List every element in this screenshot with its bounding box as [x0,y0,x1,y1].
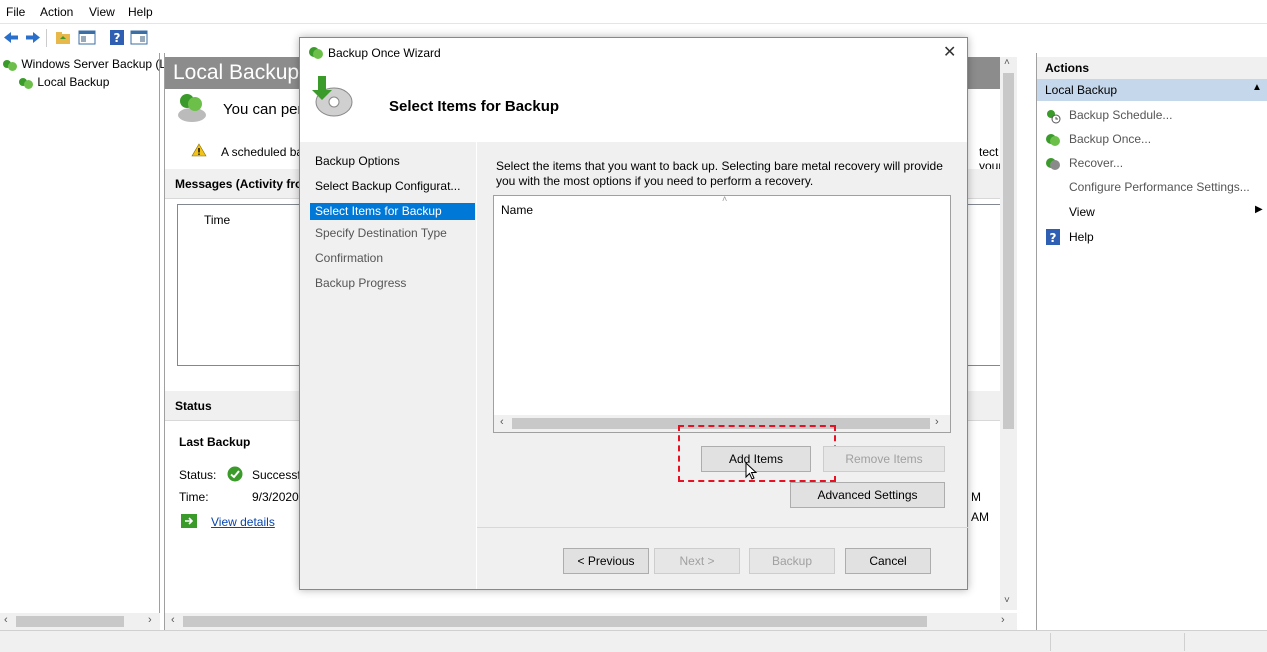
wizard-step-list: Backup Options Select Backup Configurat.… [300,142,476,589]
items-scroll-right-icon[interactable]: › [935,416,939,428]
time-column-header[interactable]: Time [204,213,230,227]
tree-scroll-thumb[interactable] [16,616,124,627]
last-backup-heading: Last Backup [179,435,251,449]
actions-group-local-backup[interactable]: Local Backup ▲ [1037,79,1267,101]
menu-file[interactable]: File [6,5,25,19]
menu-help[interactable]: Help [128,5,153,19]
submenu-arrow-icon: ▶ [1255,204,1263,215]
status-label: Status: [179,468,217,482]
name-column-header[interactable]: Name [501,203,533,217]
action-backup-once[interactable]: Backup Once... [1069,132,1151,146]
backup-drive-icon [178,94,206,122]
intro-text: You can per [223,101,303,118]
warning-text: A scheduled ba [221,145,304,159]
main-hscroll-thumb[interactable] [183,616,927,627]
backup-items-list[interactable]: Name ˄ ‹ › [493,194,951,433]
console-tree: Windows Server Backup (L Local Backup ‹ … [0,53,166,630]
previous-button[interactable]: < Previous [563,548,649,574]
menu-view[interactable]: View [89,5,115,19]
right-time-fragment: M [971,490,981,504]
next-button[interactable]: Next > [654,548,740,574]
action-backup-schedule[interactable]: Backup Schedule... [1069,108,1172,122]
action-help[interactable]: Help [1069,230,1094,244]
back-arrow-icon[interactable] [2,29,20,46]
actions-group-label: Local Backup [1045,83,1118,97]
help-icon: ? [1046,229,1060,245]
step-select-backup-configuration[interactable]: Select Backup Configurat... [315,179,460,193]
sort-ascending-icon: ˄ [722,194,728,204]
backup-wizard-icon [312,76,353,117]
status-separator-2 [1184,633,1185,651]
main-vertical-scrollbar[interactable]: ˄ ˅ [1000,57,1017,610]
wizard-content: Select the items that you want to back u… [476,142,968,589]
folder-up-icon[interactable] [54,29,72,46]
action-configure-performance[interactable]: Configure Performance Settings... [1069,180,1250,194]
backup-once-wizard-dialog: Backup Once Wizard ✕ Select Items for Ba… [299,37,968,590]
server-backup-icon [2,58,18,72]
toolbar-separator [46,29,47,47]
help-icon[interactable]: ? [108,29,126,46]
wizard-titlebar: Backup Once Wizard ✕ [300,38,967,68]
action-recover[interactable]: Recover... [1069,156,1123,170]
scroll-right-icon[interactable]: › [148,614,152,626]
menu-action[interactable]: Action [40,5,73,19]
main-scroll-right-icon[interactable]: › [1001,614,1005,626]
status-separator [1050,633,1051,651]
warning-icon [191,143,207,157]
actions-header: Actions [1037,57,1267,79]
tree-item-windows-server-backup[interactable]: Windows Server Backup (L [2,57,166,72]
button-row-divider [477,527,968,528]
step-backup-options[interactable]: Backup Options [315,154,400,168]
wizard-title-icon [309,47,323,59]
close-icon[interactable]: ✕ [943,42,956,62]
actions-pane: Actions Local Backup ▲ Backup Schedule..… [1036,53,1267,630]
step-select-items-for-backup[interactable]: Select Items for Backup [315,204,442,218]
recover-icon [1046,158,1060,170]
tree-root-label: Windows Server Backup (L [21,57,167,71]
scroll-left-icon[interactable]: ‹ [4,614,8,626]
wizard-title: Backup Once Wizard [328,46,441,60]
main-scroll-left-icon[interactable]: ‹ [171,614,175,626]
forward-arrow-icon[interactable] [24,29,42,46]
right-time-fragment-am: AM [971,510,989,524]
wizard-header: Select Items for Backup [300,68,967,142]
svg-text:?: ? [1050,231,1057,245]
mouse-cursor-icon [745,462,758,480]
scroll-down-icon[interactable]: ˅ [1004,595,1010,606]
tree-child-label: Local Backup [37,75,110,89]
backup-button[interactable]: Backup [749,548,835,574]
tree-item-local-backup[interactable]: Local Backup [18,75,109,90]
tree-horizontal-scrollbar[interactable]: ‹ › [0,613,160,630]
main-horizontal-scrollbar[interactable]: ‹ › [165,613,1017,630]
advanced-settings-button[interactable]: Advanced Settings [790,482,945,508]
action-view[interactable]: View [1069,205,1095,219]
cancel-button[interactable]: Cancel [845,548,931,574]
step-specify-destination-type: Specify Destination Type [315,226,447,240]
scroll-up-icon[interactable]: ˄ [1004,57,1010,68]
backup-schedule-icon [1047,110,1061,124]
main-vscroll-thumb[interactable] [1003,73,1014,429]
wizard-instructions: Select the items that you want to back u… [496,159,943,188]
wizard-heading: Select Items for Backup [389,98,560,115]
view-details-link[interactable]: View details [211,515,275,529]
view-details-icon [181,514,197,528]
show-hide-action-pane-icon[interactable] [130,29,148,46]
success-check-icon [227,466,243,482]
status-bar [0,630,1267,652]
step-confirmation: Confirmation [315,251,384,265]
backup-once-icon [1046,134,1060,146]
items-scroll-left-icon[interactable]: ‹ [500,416,504,428]
step-backup-progress: Backup Progress [315,276,407,290]
time-value: 9/3/2020 [252,490,299,504]
show-hide-tree-icon[interactable] [78,29,96,46]
collapse-up-icon[interactable]: ▲ [1252,82,1262,93]
remove-items-button[interactable]: Remove Items [823,446,945,472]
svg-text:?: ? [114,31,121,45]
local-backup-icon [18,76,34,90]
menu-bar: File Action View Help [0,0,1267,24]
time-label: Time: [179,490,209,504]
